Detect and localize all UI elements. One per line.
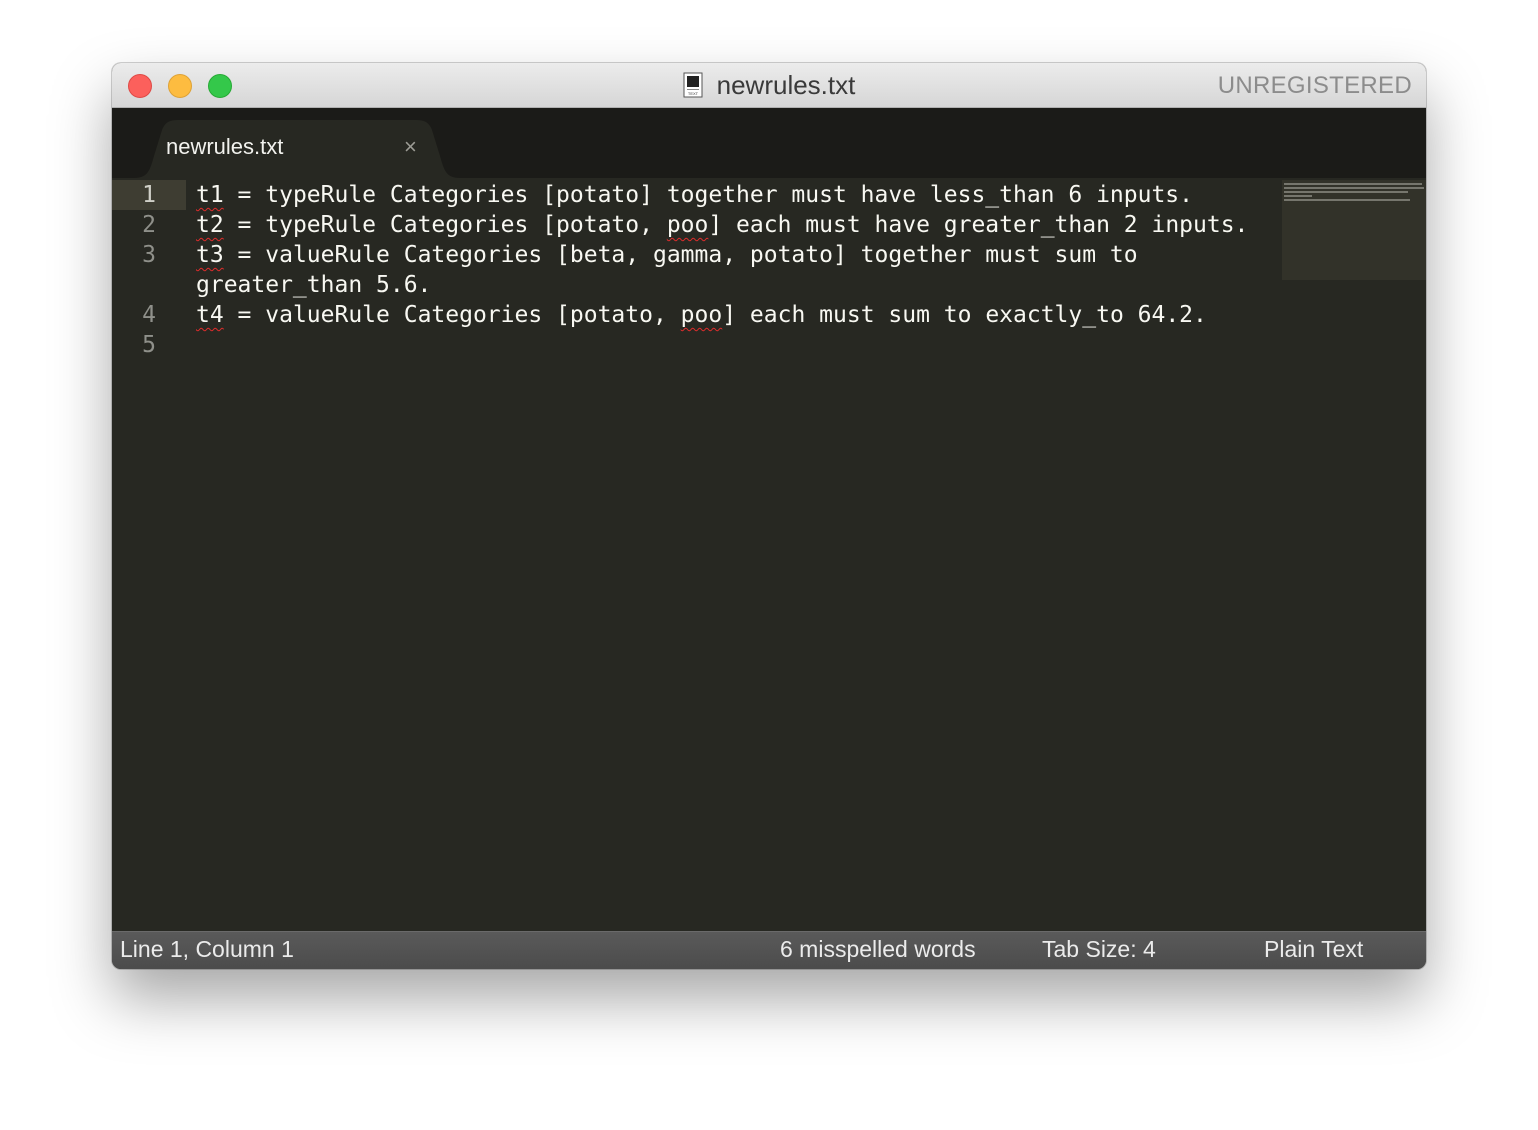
code-line-text: ] each must have greater_than 2 inputs. (708, 212, 1249, 238)
line-number: 2 (142, 212, 156, 238)
text-file-icon: TEXT (683, 72, 703, 98)
spellcheck-status[interactable]: 6 misspelled words (780, 936, 976, 963)
minimap-line (1284, 195, 1312, 197)
line-number: 5 (142, 332, 156, 358)
code-line: t3 = valueRule Categories [beta, gamma, … (196, 240, 1138, 270)
code-line-wrapped: greater_than 5.6. (196, 272, 432, 298)
code-line-text: = typeRule Categories [potato, (223, 212, 667, 238)
misspelled-word[interactable]: poo (667, 212, 709, 238)
code-line: t2 = typeRule Categories [potato, poo] e… (196, 210, 1248, 240)
misspelled-word[interactable]: t1 (196, 182, 224, 208)
tab-newrules[interactable]: newrules.txt × (134, 120, 460, 178)
minimap[interactable] (1282, 180, 1426, 280)
title-bar[interactable]: TEXT newrules.txt UNREGISTERED (112, 63, 1426, 108)
misspelled-word[interactable]: t3 (196, 242, 224, 268)
editor-window: TEXT newrules.txt UNREGISTERED newrules.… (112, 63, 1426, 969)
minimap-line (1284, 187, 1424, 189)
minimap-line (1284, 199, 1410, 201)
misspelled-word[interactable]: t2 (196, 212, 224, 238)
tab-bar: newrules.txt × (112, 108, 1426, 178)
code-line: t4 = valueRule Categories [potato, poo] … (196, 300, 1207, 330)
line-number-gutter: 1 2 3 4 5 (112, 178, 186, 931)
unregistered-label: UNREGISTERED (1217, 72, 1412, 99)
misspelled-word[interactable]: poo (681, 302, 723, 328)
cursor-position: Line 1, Column 1 (120, 936, 294, 962)
window-title: newrules.txt (716, 70, 856, 100)
code-line-text: ] each must sum to exactly_to 64.2. (722, 302, 1207, 328)
minimap-line (1284, 191, 1408, 193)
tab-label: newrules.txt (166, 134, 284, 159)
editor-area[interactable]: 1 2 3 4 5 t1 = typeRule Categories [pota… (112, 178, 1426, 931)
minimap-line (1284, 183, 1422, 185)
code-line-text: = valueRule Categories [potato, (223, 302, 681, 328)
syntax-selector[interactable]: Plain Text (1264, 936, 1363, 963)
misspelled-word[interactable]: t4 (196, 302, 224, 328)
code-line-text: = valueRule Categories [beta, gamma, pot… (223, 242, 1138, 268)
status-bar: Line 1, Column 1 6 misspelled words Tab … (112, 931, 1426, 969)
line-number: 4 (142, 302, 156, 328)
code-line: t1 = typeRule Categories [potato] togeth… (196, 180, 1193, 210)
close-icon[interactable]: × (404, 134, 417, 160)
file-icon-label: TEXT (688, 91, 699, 96)
tab-size-selector[interactable]: Tab Size: 4 (1042, 936, 1156, 963)
line-number: 3 (142, 242, 156, 268)
line-number: 1 (142, 182, 156, 208)
code-line-text: = typeRule Categories [potato] together … (223, 182, 1194, 208)
